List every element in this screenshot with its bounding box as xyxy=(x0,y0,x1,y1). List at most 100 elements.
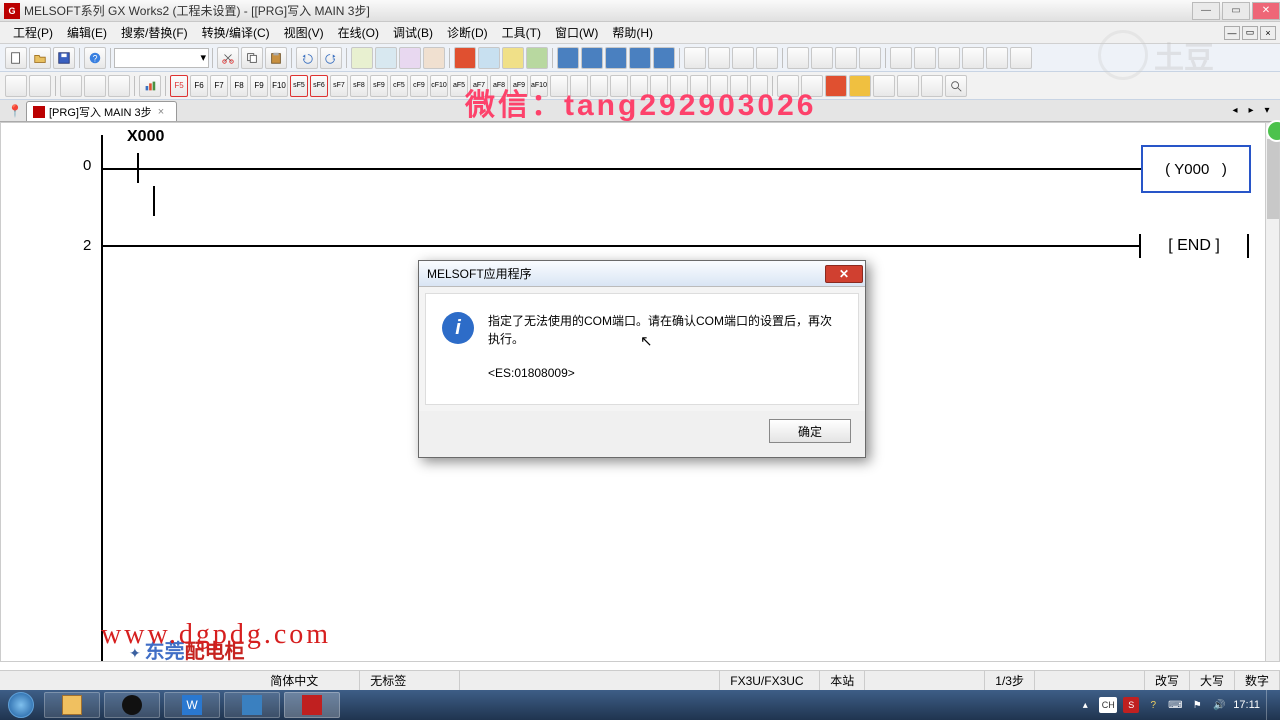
undo-button[interactable] xyxy=(296,47,318,69)
ladder-btn-4[interactable] xyxy=(526,47,548,69)
new-button[interactable] xyxy=(5,47,27,69)
fk-f5[interactable]: F5 xyxy=(170,75,188,97)
tray-volume-icon[interactable]: 🔊 xyxy=(1211,697,1227,713)
monitor-btn-3[interactable] xyxy=(605,47,627,69)
ladder-btn-3[interactable] xyxy=(502,47,524,69)
fk-f7[interactable]: F7 xyxy=(210,75,228,97)
tail-btn-6[interactable] xyxy=(897,75,919,97)
menu-project[interactable]: 工程(P) xyxy=(6,22,60,43)
tail-btn-1[interactable] xyxy=(777,75,799,97)
ladder-btn-2[interactable] xyxy=(478,47,500,69)
tab-close-icon[interactable]: × xyxy=(158,106,170,118)
tray-clock[interactable]: 17:11 xyxy=(1233,699,1260,711)
tab-main[interactable]: [PRG]写入 MAIN 3步 × xyxy=(26,101,177,121)
menu-find[interactable]: 搜索/替换(F) xyxy=(114,22,195,43)
tail-btn-3[interactable] xyxy=(825,75,847,97)
tail-btn-5[interactable] xyxy=(873,75,895,97)
fk-extra9[interactable] xyxy=(710,75,728,97)
extra-btn-2[interactable] xyxy=(708,47,730,69)
show-desktop-button[interactable] xyxy=(1266,690,1274,720)
paste-button[interactable] xyxy=(265,47,287,69)
fk-af5[interactable]: aF5 xyxy=(450,75,468,97)
dialog-ok-button[interactable]: 确定 xyxy=(769,419,851,443)
fk-cf9[interactable]: cF9 xyxy=(410,75,428,97)
view-btn-5[interactable] xyxy=(108,75,130,97)
tray-help-icon[interactable]: ? xyxy=(1145,697,1161,713)
extra-btn-12[interactable] xyxy=(962,47,984,69)
grid-btn-1[interactable] xyxy=(351,47,373,69)
tab-nav-right[interactable]: ▸ xyxy=(1244,103,1258,117)
view-btn-1[interactable] xyxy=(5,75,27,97)
minimize-button[interactable]: — xyxy=(1192,2,1220,20)
extra-btn-3[interactable] xyxy=(732,47,754,69)
fk-af10[interactable]: aF10 xyxy=(530,75,548,97)
fk-extra3[interactable] xyxy=(590,75,608,97)
monitor-btn-4[interactable] xyxy=(629,47,651,69)
fk-extra4[interactable] xyxy=(610,75,628,97)
task-explorer[interactable] xyxy=(44,692,100,718)
menu-tools[interactable]: 工具(T) xyxy=(495,22,548,43)
copy-button[interactable] xyxy=(241,47,263,69)
task-wps[interactable]: W xyxy=(164,692,220,718)
fk-f9[interactable]: F9 xyxy=(250,75,268,97)
fk-extra5[interactable] xyxy=(630,75,648,97)
fk-f6[interactable]: F6 xyxy=(190,75,208,97)
extra-btn-10[interactable] xyxy=(914,47,936,69)
extra-btn-4[interactable] xyxy=(756,47,778,69)
fk-sf9[interactable]: sF9 xyxy=(370,75,388,97)
fk-af8[interactable]: aF8 xyxy=(490,75,508,97)
ladder-btn-1[interactable] xyxy=(454,47,476,69)
tray-flag-icon[interactable]: ⚑ xyxy=(1189,697,1205,713)
menu-online[interactable]: 在线(O) xyxy=(331,22,386,43)
fk-f8[interactable]: F8 xyxy=(230,75,248,97)
vertical-scrollbar[interactable] xyxy=(1265,123,1279,661)
redo-button[interactable] xyxy=(320,47,342,69)
extra-btn-11[interactable] xyxy=(938,47,960,69)
maximize-button[interactable]: ▭ xyxy=(1222,2,1250,20)
extra-btn-1[interactable] xyxy=(684,47,706,69)
view-btn-4[interactable] xyxy=(84,75,106,97)
monitor-btn-2[interactable] xyxy=(581,47,603,69)
tray-ime-mode[interactable]: S xyxy=(1123,697,1139,713)
task-gxworks[interactable] xyxy=(284,692,340,718)
fk-sf6[interactable]: sF6 xyxy=(310,75,328,97)
device-combo[interactable]: ▾ xyxy=(114,48,209,68)
tab-nav-left[interactable]: ◂ xyxy=(1228,103,1242,117)
view-btn-3[interactable] xyxy=(60,75,82,97)
task-device[interactable] xyxy=(224,692,280,718)
menu-help[interactable]: 帮助(H) xyxy=(605,22,660,43)
dialog-titlebar[interactable]: MELSOFT应用程序 ✕ xyxy=(419,261,865,287)
fk-extra1[interactable] xyxy=(550,75,568,97)
extra-btn-14[interactable] xyxy=(1010,47,1032,69)
grid-btn-4[interactable] xyxy=(423,47,445,69)
fk-extra8[interactable] xyxy=(690,75,708,97)
mdi-close-button[interactable]: × xyxy=(1260,26,1276,40)
view-btn-2[interactable] xyxy=(29,75,51,97)
tail-btn-2[interactable] xyxy=(801,75,823,97)
fk-extra10[interactable] xyxy=(730,75,748,97)
tray-keyboard-icon[interactable]: ⌨ xyxy=(1167,697,1183,713)
pin-icon[interactable]: 📍 xyxy=(8,104,22,118)
fk-cf10[interactable]: cF10 xyxy=(430,75,448,97)
menu-window[interactable]: 窗口(W) xyxy=(548,22,605,43)
save-button[interactable] xyxy=(53,47,75,69)
start-button[interactable] xyxy=(0,690,42,720)
fk-af9[interactable]: aF9 xyxy=(510,75,528,97)
tab-nav-menu[interactable]: ▾ xyxy=(1260,103,1274,117)
extra-btn-9[interactable] xyxy=(890,47,912,69)
extra-btn-7[interactable] xyxy=(835,47,857,69)
mdi-minimize-button[interactable]: — xyxy=(1224,26,1240,40)
grid-btn-3[interactable] xyxy=(399,47,421,69)
fk-af7[interactable]: aF7 xyxy=(470,75,488,97)
window-close-button[interactable]: ✕ xyxy=(1252,2,1280,20)
tail-btn-4[interactable] xyxy=(849,75,871,97)
coil-y000[interactable]: ( Y000 ) xyxy=(1141,145,1251,193)
fk-extra7[interactable] xyxy=(670,75,688,97)
fk-cf5[interactable]: cF5 xyxy=(390,75,408,97)
menu-edit[interactable]: 编辑(E) xyxy=(60,22,114,43)
open-button[interactable] xyxy=(29,47,51,69)
tray-ime[interactable]: CH xyxy=(1099,697,1117,713)
tail-btn-7[interactable] xyxy=(921,75,943,97)
tray-arrow-icon[interactable]: ▴ xyxy=(1077,697,1093,713)
end-instruction[interactable]: [ END ] xyxy=(1139,229,1249,263)
